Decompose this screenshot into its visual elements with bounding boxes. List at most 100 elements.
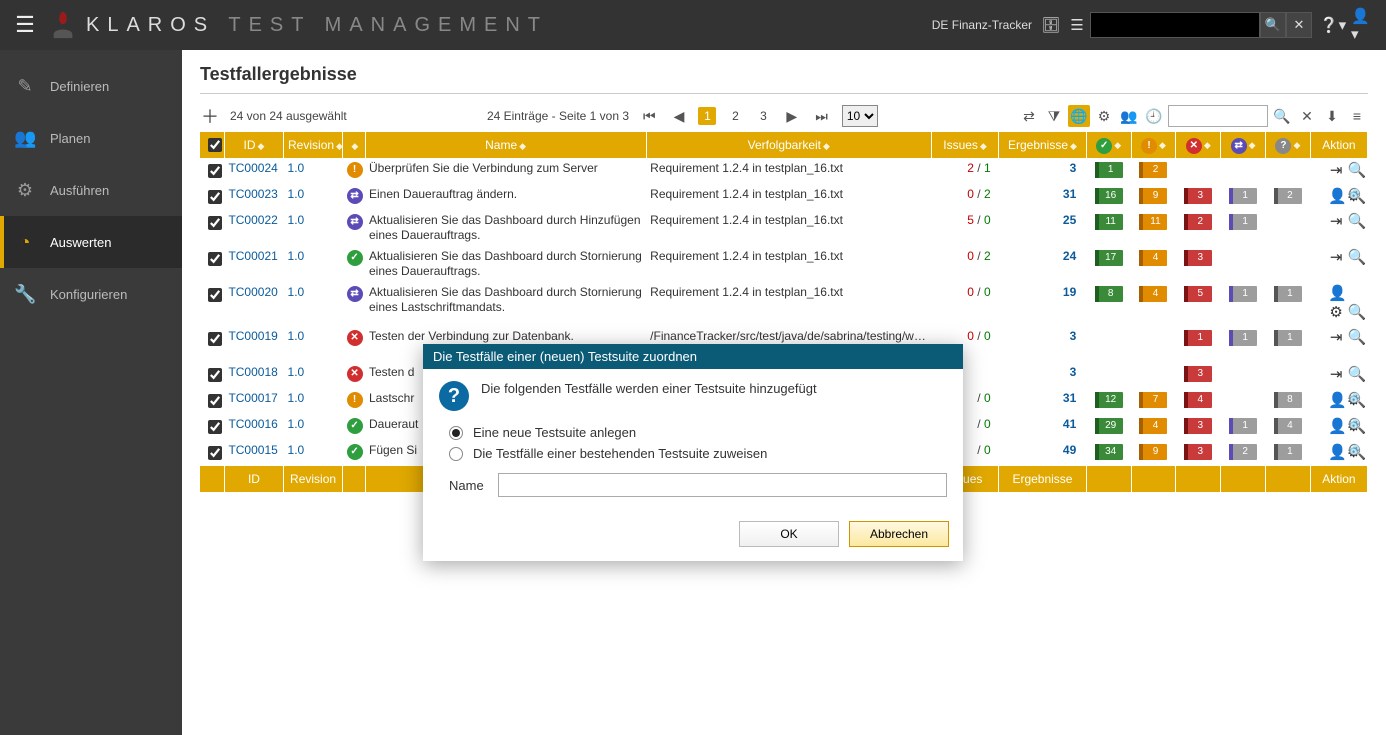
menu-toggle-icon[interactable]: ☰ [10,12,40,38]
table-search-clear[interactable]: ✕ [1296,105,1318,127]
users-icon[interactable]: 👥 [1118,105,1140,127]
page-number[interactable]: 2 [726,107,744,125]
row-action-icon[interactable]: 👤⚙ [1328,443,1344,461]
hierarchy-icon[interactable]: ⇄ [1018,105,1040,127]
row-checkbox[interactable] [208,216,222,230]
tc-id-link[interactable]: TC00023 [228,187,277,201]
row-action-icon[interactable]: ⇥ [1328,213,1344,232]
tc-results[interactable]: 19 [999,282,1087,326]
tc-results[interactable]: 25 [999,210,1087,246]
page-number[interactable]: 3 [754,107,772,125]
row-action-icon[interactable]: 👤⚙ [1328,187,1344,205]
tc-results[interactable]: 3 [999,362,1087,388]
tc-results[interactable]: 3 [999,158,1087,184]
page-size-select[interactable]: 10 [842,105,878,127]
row-checkbox[interactable] [208,368,222,382]
export-icon[interactable]: ⬇ [1321,105,1343,127]
tc-id-link[interactable]: TC00015 [228,443,277,457]
row-action-icon[interactable]: 👤⚙ [1328,391,1344,409]
row-action-icon[interactable]: ⇥ [1328,249,1344,268]
col-run[interactable]: ⇄◆ [1221,132,1266,158]
page-number[interactable]: 1 [698,107,716,125]
row-search-icon[interactable]: 🔍 [1348,391,1364,409]
row-action-icon[interactable]: ⇥ [1328,161,1344,179]
more-icon[interactable]: ≡ [1346,105,1368,127]
tc-id-link[interactable]: TC00021 [228,249,277,263]
ok-button[interactable]: OK [739,521,839,547]
row-search-icon[interactable]: 🔍 [1348,417,1364,435]
global-search-clear[interactable]: ✕ [1286,12,1312,38]
sidebar-item-evaluate[interactable]: ◔ Auswerten [0,216,182,268]
select-all-checkbox[interactable] [208,138,222,152]
row-search-icon[interactable]: 🔍 [1348,161,1364,179]
tc-id-link[interactable]: TC00024 [228,161,277,175]
row-checkbox[interactable] [208,288,222,302]
suite-name-input[interactable] [498,473,947,497]
history-icon[interactable]: 🕘 [1143,105,1165,127]
help-icon[interactable]: ❔▾ [1321,13,1345,37]
row-search-icon[interactable]: 🔍 [1348,249,1364,268]
list-icon[interactable]: ☰ [1065,13,1089,37]
tc-id-link[interactable]: TC00016 [228,417,277,431]
add-button[interactable]: ＋ [200,103,220,129]
row-action-icon[interactable]: 👤⚙ [1328,285,1344,323]
table-search-input[interactable] [1168,105,1268,127]
row-search-icon[interactable]: 🔍 [1348,329,1364,348]
tc-results[interactable]: 24 [999,246,1087,282]
row-checkbox[interactable] [208,252,222,266]
tc-id-link[interactable]: TC00018 [228,365,277,379]
radio-new-suite[interactable] [449,426,463,440]
archive-icon[interactable]: 🗄 [1039,13,1063,37]
row-checkbox[interactable] [208,190,222,204]
sidebar-item-plan[interactable]: 👥 Planen [0,112,182,164]
col-name[interactable]: Name◆ [365,132,646,158]
col-fail[interactable]: ✕◆ [1176,132,1221,158]
global-search-button[interactable]: 🔍 [1260,12,1286,38]
page-prev-icon[interactable]: ◀ [670,108,689,125]
user-menu-icon[interactable]: 👤▾ [1351,13,1375,37]
col-id[interactable]: ID◆ [224,132,283,158]
row-checkbox[interactable] [208,394,222,408]
row-search-icon[interactable]: 🔍 [1348,213,1364,232]
globe-icon[interactable]: 🌐 [1068,105,1090,127]
col-unk[interactable]: ?◆ [1266,132,1311,158]
tc-results[interactable]: 31 [999,388,1087,414]
page-next-icon[interactable]: ▶ [782,108,801,125]
tc-results[interactable]: 49 [999,440,1087,466]
row-checkbox[interactable] [208,164,222,178]
radio-existing-suite[interactable] [449,447,463,461]
row-search-icon[interactable]: 🔍 [1348,187,1364,205]
tc-id-link[interactable]: TC00019 [228,329,277,343]
sidebar-item-define[interactable]: ✎ Definieren [0,60,182,112]
page-first-icon[interactable]: ⏮ [639,108,660,125]
row-search-icon[interactable]: 🔍 [1348,304,1364,323]
col-rev[interactable]: Revision◆ [284,132,343,158]
col-warn[interactable]: !◆ [1131,132,1176,158]
col-pass[interactable]: ✓◆ [1086,132,1131,158]
row-checkbox[interactable] [208,420,222,434]
global-search-input[interactable] [1090,12,1260,38]
row-checkbox[interactable] [208,446,222,460]
tc-id-link[interactable]: TC00022 [228,213,277,227]
row-action-icon[interactable]: ⇥ [1328,365,1344,383]
col-results[interactable]: Ergebnisse◆ [999,132,1087,158]
row-search-icon[interactable]: 🔍 [1348,365,1364,383]
sidebar-item-execute[interactable]: ⚙ Ausführen [0,164,182,216]
settings-icon[interactable]: ⚙ [1093,105,1115,127]
page-last-icon[interactable]: ⏭ [811,108,832,125]
row-checkbox[interactable] [208,332,222,346]
tc-id-link[interactable]: TC00017 [228,391,277,405]
col-issues[interactable]: Issues◆ [931,132,998,158]
row-action-icon[interactable]: 👤⚙ [1328,417,1344,435]
col-trace[interactable]: Verfolgbarkeit◆ [646,132,931,158]
table-search-button[interactable]: 🔍 [1271,105,1293,127]
tc-results[interactable]: 31 [999,184,1087,210]
tc-id-link[interactable]: TC00020 [228,285,277,299]
sidebar-item-configure[interactable]: 🔧 Konfigurieren [0,268,182,320]
row-action-icon[interactable]: ⇥ [1328,329,1344,348]
tc-results[interactable]: 3 [999,326,1087,362]
filter-icon[interactable]: ⧩ [1043,105,1065,127]
row-search-icon[interactable]: 🔍 [1348,443,1364,461]
cancel-button[interactable]: Abbrechen [849,521,949,547]
col-status[interactable]: ◆ [343,132,365,158]
